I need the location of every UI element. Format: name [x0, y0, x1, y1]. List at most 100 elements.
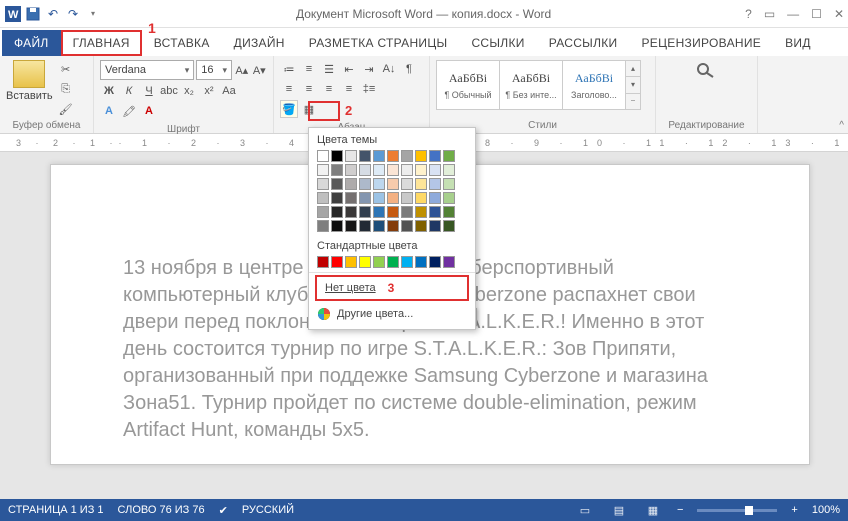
tab-home[interactable]: ГЛАВНАЯ — [61, 30, 142, 56]
find-icon[interactable] — [693, 60, 721, 80]
color-swatch[interactable] — [359, 150, 371, 162]
show-marks-icon[interactable]: ¶ — [400, 60, 418, 78]
more-colors-label: Другие цвета... — [337, 308, 413, 320]
color-swatch[interactable] — [373, 150, 385, 162]
ribbon-tabs: ФАЙЛ ГЛАВНАЯ ВСТАВКА ДИЗАЙН РАЗМЕТКА СТР… — [0, 28, 848, 56]
color-swatch[interactable] — [345, 256, 357, 268]
color-swatch[interactable] — [373, 256, 385, 268]
text-effects-icon[interactable]: A — [100, 102, 118, 120]
color-swatch[interactable] — [331, 256, 343, 268]
qat-dropdown-icon[interactable]: ▾ — [84, 5, 102, 23]
tab-view[interactable]: ВИД — [773, 30, 823, 56]
collapse-ribbon-icon[interactable]: ^ — [839, 120, 844, 131]
font-name-combo[interactable]: Verdana▾ — [100, 60, 194, 80]
minimize-icon[interactable]: — — [787, 7, 799, 21]
color-swatch[interactable] — [401, 150, 413, 162]
tab-review[interactable]: РЕЦЕНЗИРОВАНИЕ — [629, 30, 773, 56]
redo-icon[interactable]: ↷ — [64, 5, 82, 23]
color-swatch[interactable] — [387, 150, 399, 162]
numbering-icon[interactable]: ≡ — [300, 60, 318, 78]
format-painter-icon[interactable]: 🖌 — [57, 100, 75, 118]
shrink-font-icon[interactable]: A▾ — [252, 61, 267, 79]
font-size-combo[interactable]: 16▾ — [196, 60, 232, 80]
zoom-out-icon[interactable]: − — [677, 504, 683, 516]
help-icon[interactable]: ? — [745, 7, 752, 21]
group-font: Verdana▾ 16▾ A▴ A▾ Ж К Ч abc x₂ x² Aa A … — [94, 56, 274, 133]
style-normal[interactable]: АаБбВі ¶ Обычный — [436, 60, 500, 110]
style-heading1[interactable]: АаБбВі Заголово... — [562, 60, 626, 110]
align-left-icon[interactable]: ≡ — [280, 80, 298, 98]
color-swatch[interactable] — [331, 150, 343, 162]
align-center-icon[interactable]: ≡ — [300, 80, 318, 98]
font-color-icon[interactable]: A — [140, 102, 158, 120]
align-right-icon[interactable]: ≡ — [320, 80, 338, 98]
zoom-level[interactable]: 100% — [812, 504, 840, 516]
no-color-item[interactable]: Нет цвета 3 — [315, 275, 469, 301]
bold-icon[interactable]: Ж — [100, 82, 118, 100]
group-paragraph: ≔ ≡ ☰ ⇤ ⇥ A↓ ¶ ≡ ≡ ≡ ≡ ‡≡ 🪣 ▦ Абзац — [274, 56, 430, 133]
highlight-icon[interactable]: 🖍 — [120, 102, 138, 120]
color-swatch[interactable] — [443, 150, 455, 162]
style-no-spacing[interactable]: АаБбВі ¶ Без инте... — [499, 60, 563, 110]
underline-icon[interactable]: Ч — [140, 82, 158, 100]
styles-up-icon[interactable]: ▴ — [626, 61, 640, 77]
status-words[interactable]: СЛОВО 76 ИЗ 76 — [118, 504, 205, 516]
more-colors-item[interactable]: Другие цвета... — [309, 303, 475, 325]
shading-icon[interactable]: 🪣 — [280, 100, 298, 118]
subscript-icon[interactable]: x₂ — [180, 82, 198, 100]
tab-references[interactable]: ССЫЛКИ — [459, 30, 536, 56]
save-icon[interactable] — [24, 5, 42, 23]
styles-down-icon[interactable]: ▾ — [626, 77, 640, 93]
italic-icon[interactable]: К — [120, 82, 138, 100]
tab-design[interactable]: ДИЗАЙН — [222, 30, 297, 56]
color-swatch[interactable] — [415, 150, 427, 162]
color-swatch[interactable] — [345, 150, 357, 162]
color-swatch[interactable] — [429, 150, 441, 162]
color-swatch[interactable] — [387, 256, 399, 268]
styles-more-icon[interactable]: ⎯ — [626, 94, 640, 109]
window-title: Документ Microsoft Word — копия.docx - W… — [102, 7, 745, 21]
justify-icon[interactable]: ≡ — [340, 80, 358, 98]
status-language[interactable]: РУССКИЙ — [242, 504, 294, 516]
web-layout-icon[interactable]: ▦ — [643, 503, 663, 517]
close-icon[interactable]: ✕ — [834, 7, 844, 21]
tab-file[interactable]: ФАЙЛ — [2, 30, 61, 56]
line-spacing-icon[interactable]: ‡≡ — [360, 80, 378, 98]
zoom-slider[interactable] — [697, 509, 777, 512]
proofing-icon[interactable]: ✔ — [219, 504, 228, 517]
color-swatch[interactable] — [359, 256, 371, 268]
decrease-indent-icon[interactable]: ⇤ — [340, 60, 358, 78]
grow-font-icon[interactable]: A▴ — [234, 61, 249, 79]
read-mode-icon[interactable]: ▭ — [575, 503, 595, 517]
color-swatch[interactable] — [443, 256, 455, 268]
styles-scroll[interactable]: ▴ ▾ ⎯ — [625, 60, 641, 110]
change-case-icon[interactable]: Aa — [220, 82, 238, 100]
status-bar: СТРАНИЦА 1 ИЗ 1 СЛОВО 76 ИЗ 76 ✔ РУССКИЙ… — [0, 499, 848, 521]
copy-icon[interactable]: ⎘ — [57, 80, 75, 98]
bullets-icon[interactable]: ≔ — [280, 60, 298, 78]
strike-icon[interactable]: abc — [160, 82, 178, 100]
sort-icon[interactable]: A↓ — [380, 60, 398, 78]
tab-mailings[interactable]: РАССЫЛКИ — [537, 30, 630, 56]
multilevel-icon[interactable]: ☰ — [320, 60, 338, 78]
ribbon-display-icon[interactable]: ▭ — [764, 7, 775, 21]
cut-icon[interactable]: ✂ — [57, 60, 75, 78]
tab-layout[interactable]: РАЗМЕТКА СТРАНИЦЫ — [297, 30, 460, 56]
standard-colors-header: Стандартные цвета — [309, 234, 475, 256]
paste-button[interactable]: Вставить — [6, 60, 53, 118]
zoom-in-icon[interactable]: + — [791, 504, 797, 516]
color-swatch[interactable] — [401, 256, 413, 268]
print-layout-icon[interactable]: ▤ — [609, 503, 629, 517]
superscript-icon[interactable]: x² — [200, 82, 218, 100]
color-swatch[interactable] — [415, 256, 427, 268]
color-swatch[interactable] — [317, 256, 329, 268]
increase-indent-icon[interactable]: ⇥ — [360, 60, 378, 78]
ribbon: Вставить ✂ ⎘ 🖌 Буфер обмена Verdana▾ 16▾… — [0, 56, 848, 134]
color-swatch[interactable] — [429, 256, 441, 268]
status-page[interactable]: СТРАНИЦА 1 ИЗ 1 — [8, 504, 104, 516]
maximize-icon[interactable]: ☐ — [811, 7, 822, 21]
color-swatch[interactable] — [317, 150, 329, 162]
group-label-font: Шрифт — [100, 122, 267, 135]
theme-tint-row — [309, 178, 475, 190]
undo-icon[interactable]: ↶ — [44, 5, 62, 23]
